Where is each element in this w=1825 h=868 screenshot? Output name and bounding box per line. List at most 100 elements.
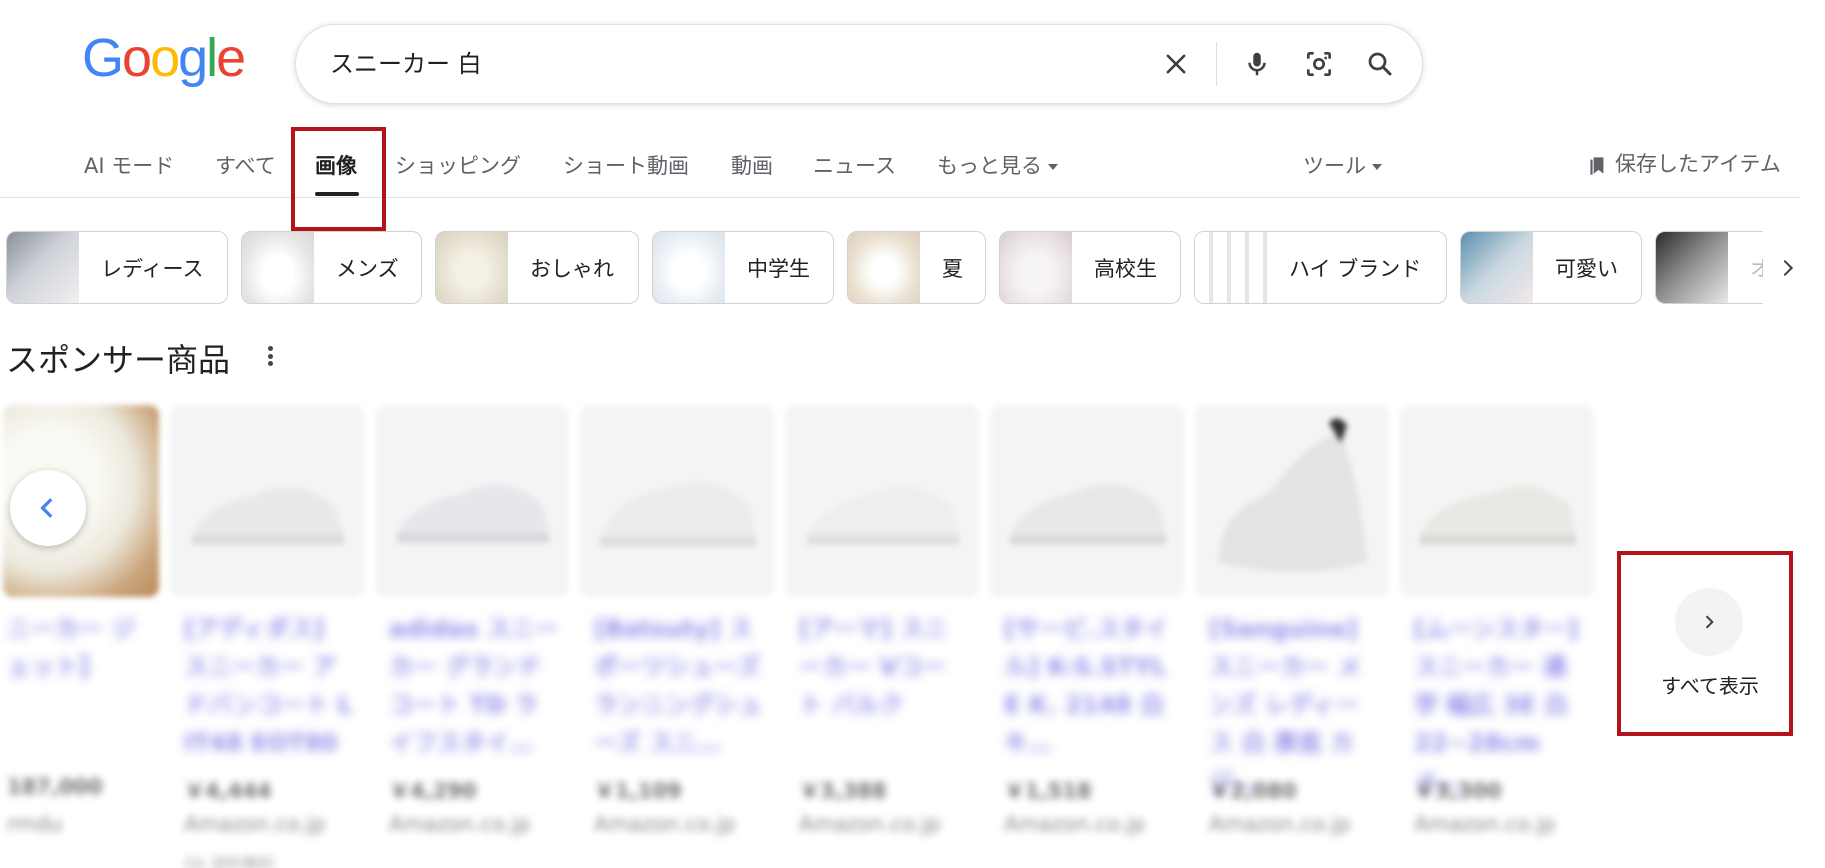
product-card[interactable]: ニーカー ジェット】 187,000 rmdu — [3, 405, 159, 868]
product-price: 187,000 — [7, 775, 103, 799]
tools-label: ツール — [1303, 154, 1366, 178]
product-store: rmdu — [7, 812, 63, 836]
product-price: ￥3,300 — [1414, 779, 1502, 803]
product-card[interactable]: [アディダス] スニーカー アドバンコート LIT48 EOT80 ￥4,444… — [170, 405, 364, 868]
microphone-icon[interactable] — [1237, 44, 1277, 84]
logo-letter: e — [216, 28, 246, 88]
product-store: Amazon.co.jp — [1414, 812, 1556, 836]
logo-letter: g — [178, 28, 208, 88]
bookmark-icon — [1590, 157, 1604, 175]
product-card[interactable]: [サービ.スタイル] K-S.STYLE K. 2148 白 キ… ￥1,518… — [990, 405, 1184, 868]
product-image — [1195, 405, 1389, 597]
chip-thumbnail — [7, 232, 79, 303]
chip-cute[interactable]: 可愛い — [1460, 231, 1642, 304]
chip-thumbnail — [848, 232, 920, 303]
chip-mens[interactable]: メンズ — [241, 231, 422, 304]
tab-more[interactable]: もっと見る — [937, 150, 1058, 180]
chip-label: オ — [1728, 253, 1763, 283]
chip-summer[interactable]: 夏 — [847, 231, 986, 304]
saved-items-label: 保存したアイテム — [1615, 152, 1781, 176]
search-box: スニーカー 白 — [295, 24, 1423, 104]
product-price: ￥1,109 — [594, 779, 682, 803]
product-title: [ムーンスター] スニーカー 通学 幅広 3E 白 22~28cm メ… — [1414, 615, 1579, 795]
search-input[interactable]: スニーカー 白 — [330, 25, 1110, 103]
logo-letter: G — [82, 28, 124, 88]
product-title: adidas スニーカー グランドコート TD ライフスタイ… — [389, 615, 559, 757]
chip-junior-high[interactable]: 中学生 — [652, 231, 834, 304]
product-shipping: Gk 送料無料 — [184, 854, 275, 868]
product-title: [サービ.スタイル] K-S.STYLE K. 2148 白 キ… — [1004, 615, 1169, 757]
chip-thumbnail — [1656, 232, 1728, 303]
chip-partial[interactable]: オ — [1655, 231, 1763, 304]
chip-stylish[interactable]: おしゃれ — [435, 231, 639, 304]
chip-label: 高校生 — [1094, 256, 1157, 281]
search-icon[interactable] — [1360, 44, 1400, 84]
tools-button[interactable]: ツール — [1303, 150, 1382, 180]
logo-letter: l — [206, 28, 218, 88]
product-card[interactable]: [アーマ] スニーカー Vコート バルク ￥3,388 Amazon.co.jp — [785, 405, 979, 868]
sponsored-heading: スポンサー商品 — [6, 341, 231, 379]
chip-label: 中学生 — [747, 256, 810, 281]
product-price: ￥2,080 — [1209, 779, 1297, 803]
chevron-left-icon — [40, 498, 53, 518]
lens-camera-icon[interactable] — [1299, 44, 1339, 84]
product-image — [170, 405, 364, 597]
product-image — [990, 405, 1184, 597]
product-card[interactable]: [ムーンスター] スニーカー 通学 幅広 3E 白 22~28cm メ… ￥3,… — [1400, 405, 1594, 868]
chip-thumbnail — [1195, 232, 1267, 303]
product-store: Amazon.co.jp — [594, 812, 736, 836]
tab-more-label: もっと見る — [937, 154, 1042, 178]
product-price: ￥4,290 — [389, 779, 477, 803]
product-store: Amazon.co.jp — [389, 812, 531, 836]
chip-thumbnail — [1000, 232, 1072, 303]
chip-label: 夏 — [942, 256, 963, 281]
chips-next-arrow-icon[interactable] — [1770, 250, 1806, 286]
clear-icon[interactable] — [1156, 44, 1196, 84]
product-image — [1400, 405, 1594, 597]
product-card[interactable]: adidas スニーカー グランドコート TD ライフスタイ… ￥4,290 A… — [375, 405, 569, 868]
chip-thumbnail — [653, 232, 725, 303]
chip-thumbnail — [1461, 232, 1533, 303]
more-options-icon[interactable] — [262, 341, 278, 371]
tab-shopping[interactable]: ショッピング — [395, 150, 521, 180]
tab-ai-mode[interactable]: AI モード — [84, 150, 174, 180]
chevron-down-icon — [1372, 164, 1382, 170]
product-price: ￥1,518 — [1004, 779, 1092, 803]
product-title: [Sanguine] スニーカー メンズ レディース 白 厚底 カジ… — [1209, 615, 1362, 795]
carousel-prev-button[interactable] — [10, 470, 86, 546]
chip-label: おしゃれ — [530, 256, 614, 281]
tab-all[interactable]: すべて — [215, 150, 276, 180]
chip-label: レディース — [101, 256, 204, 281]
chip-high-brand[interactable]: ハイ ブランド — [1194, 231, 1447, 304]
product-image — [785, 405, 979, 597]
product-card[interactable]: [Sanguine] スニーカー メンズ レディース 白 厚底 カジ… ￥2,0… — [1195, 405, 1389, 868]
product-price: ￥3,388 — [799, 779, 887, 803]
chevron-down-icon — [1048, 164, 1058, 170]
chip-thumbnail — [436, 232, 508, 303]
product-store: Amazon.co.jp — [184, 812, 326, 836]
chip-ladies[interactable]: レディース — [6, 231, 228, 304]
tab-videos[interactable]: 動画 — [731, 150, 773, 180]
google-logo[interactable]: Google — [82, 28, 246, 88]
search-tabs: AI モード すべて 画像 ショッピング ショート動画 動画 ニュース もっと見… — [0, 130, 1800, 198]
product-store: Amazon.co.jp — [1209, 812, 1351, 836]
logo-letter: o — [150, 28, 180, 88]
product-store: Amazon.co.jp — [799, 812, 941, 836]
chip-label: メンズ — [336, 256, 399, 281]
tab-short-videos[interactable]: ショート動画 — [563, 150, 689, 180]
search-divider — [1216, 42, 1217, 86]
product-title: [アディダス] スニーカー アドバンコート LIT48 EOT80 — [184, 615, 353, 757]
product-title: [Batsuty] スポーツシューズ ランニングシューズ スニ… — [594, 615, 762, 757]
chip-label: 可愛い — [1555, 256, 1618, 281]
saved-items-button[interactable]: 保存したアイテム — [1585, 148, 1781, 178]
product-card[interactable]: [Batsuty] スポーツシューズ ランニングシューズ スニ… ￥1,109 … — [580, 405, 774, 868]
product-store: Amazon.co.jp — [1004, 812, 1146, 836]
highlight-box-see-all — [1617, 551, 1793, 736]
tab-news[interactable]: ニュース — [813, 150, 896, 180]
chip-thumbnail — [242, 232, 314, 303]
highlight-box-images-tab — [291, 127, 386, 231]
product-title: ニーカー ジェット】 — [7, 615, 136, 681]
product-title: [アーマ] スニーカー Vコート バルク — [799, 615, 948, 719]
chip-high-school[interactable]: 高校生 — [999, 231, 1181, 304]
product-image — [375, 405, 569, 597]
